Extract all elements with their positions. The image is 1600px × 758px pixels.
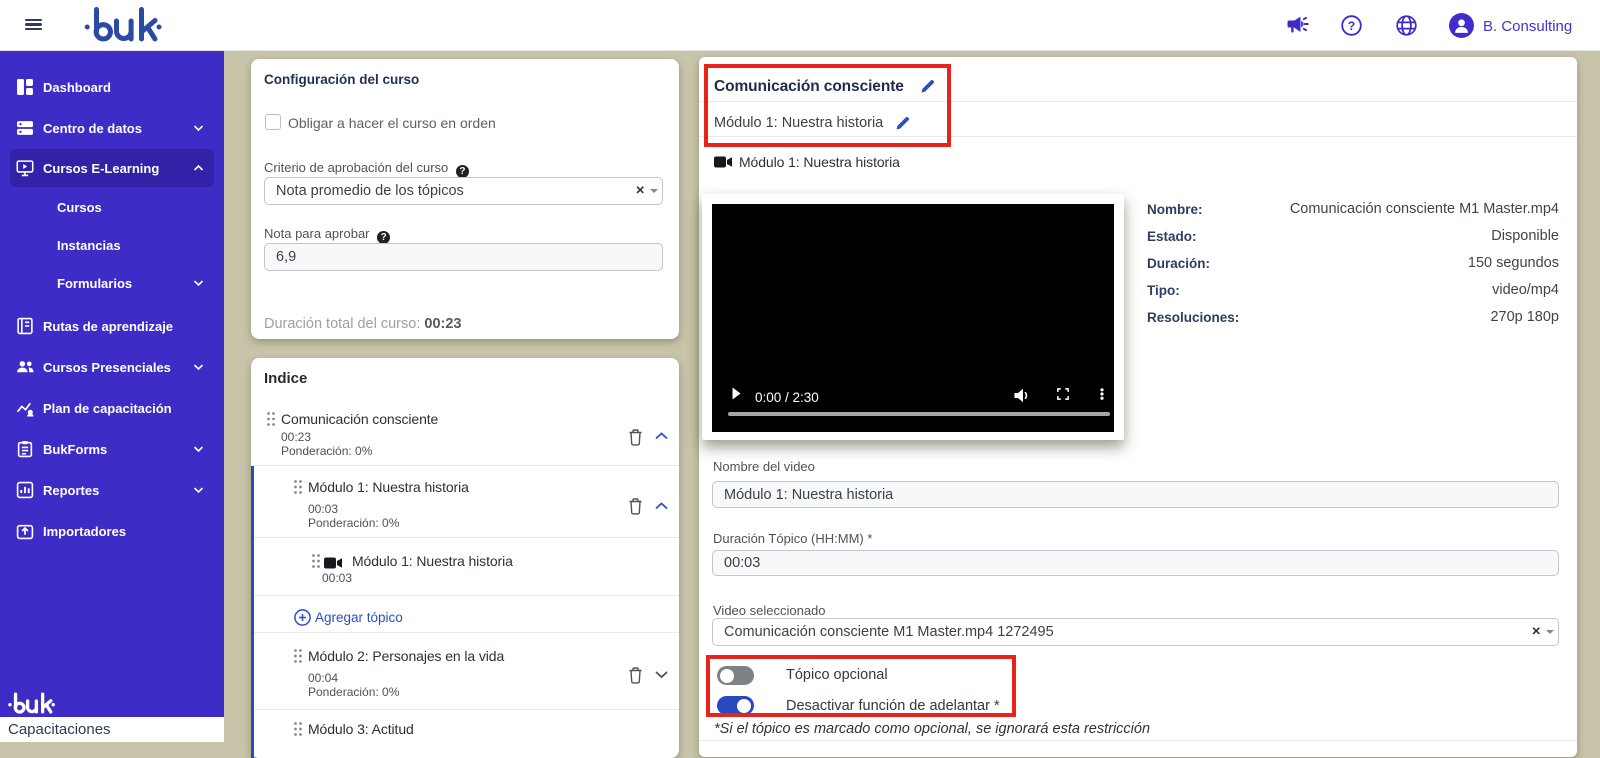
svg-text:?: ? xyxy=(1348,19,1355,33)
